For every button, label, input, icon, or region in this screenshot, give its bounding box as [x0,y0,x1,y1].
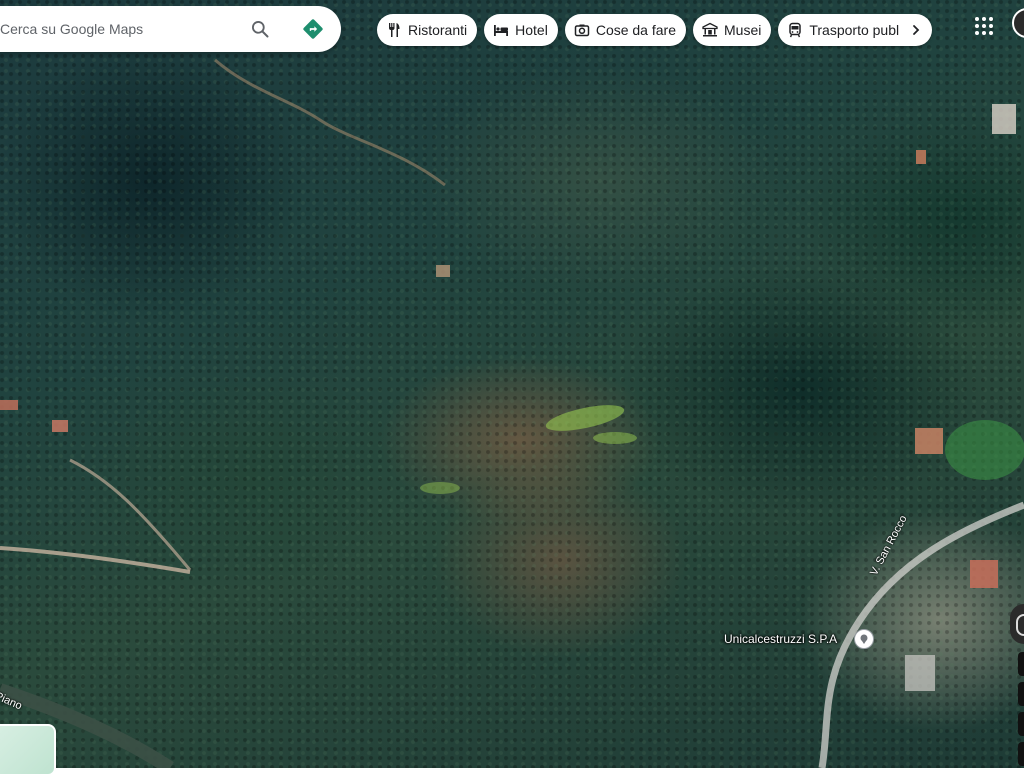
apps-grid-icon [975,17,993,35]
chip-label: Musei [724,22,762,38]
chip-label: Cose da fare [595,22,676,38]
search-box [0,6,341,52]
museum-icon [702,22,718,38]
pegman-icon [1016,614,1024,636]
chip-trasporto-pubblico[interactable]: Trasporto publ [778,14,933,46]
camera-icon [574,22,590,38]
chip-label: Hotel [515,22,548,38]
street-view-pegman-button[interactable] [1010,604,1024,644]
place-label[interactable]: Unicalcestruzzi S.P.A [724,632,837,646]
zoom-out-button[interactable] [1018,682,1024,706]
category-chips: Ristoranti Hotel Cose da fare Musei Tras… [377,14,933,46]
place-pin[interactable] [853,628,875,650]
chip-ristoranti[interactable]: Ristoranti [377,14,478,46]
chips-scroll-right-button[interactable] [906,20,927,40]
chip-cose-da-fare[interactable]: Cose da fare [564,14,686,46]
google-apps-button[interactable] [972,14,996,38]
restaurant-icon [386,22,402,38]
map-layers-button[interactable] [0,724,56,776]
zoom-in-button[interactable] [1018,652,1024,676]
hotel-icon [493,22,509,38]
chip-musei[interactable]: Musei [693,14,772,46]
transit-icon [787,22,803,38]
directions-icon [303,19,323,39]
map-control-button-2[interactable] [1018,742,1024,766]
chip-label: Ristoranti [408,22,468,38]
chip-label: Trasporto publ [809,22,900,38]
map-overlay [0,58,1024,768]
chip-hotel[interactable]: Hotel [484,14,558,46]
map-control-button[interactable] [1018,712,1024,736]
satellite-map[interactable] [0,0,1024,768]
chevron-right-icon [913,25,920,35]
place-pin-icon [854,629,874,649]
search-button[interactable] [246,15,274,43]
search-icon [251,21,269,38]
search-input[interactable] [0,21,240,37]
directions-button[interactable] [299,15,327,43]
